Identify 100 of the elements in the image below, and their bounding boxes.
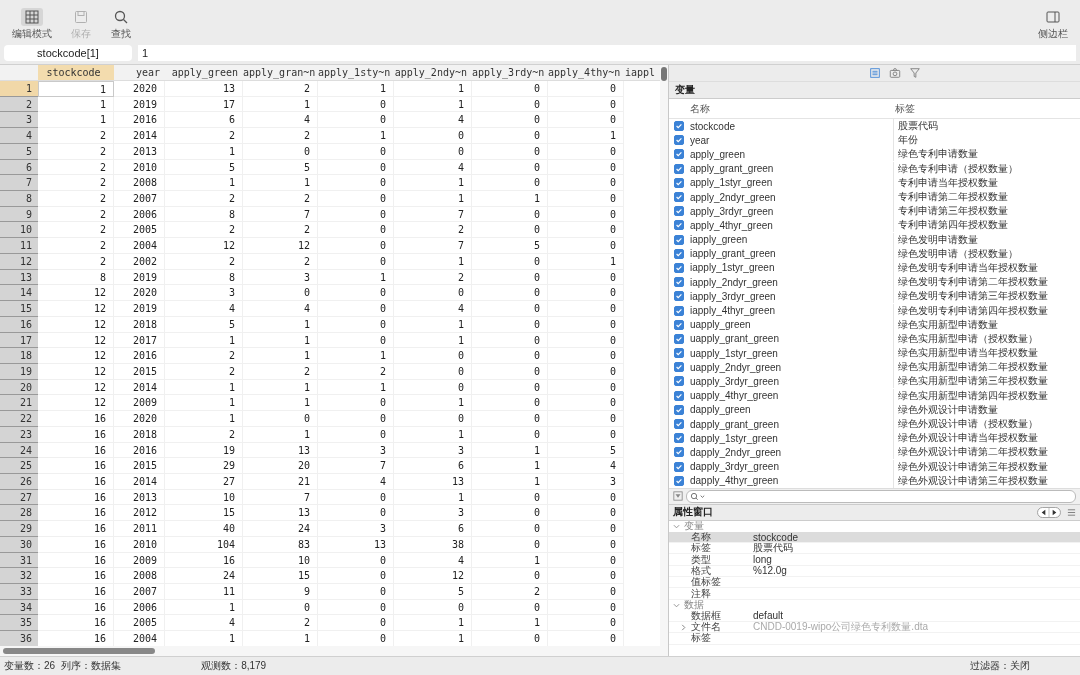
variable-name[interactable]: uapply_2ndyr_green bbox=[690, 361, 893, 373]
row-number[interactable]: 4 bbox=[0, 128, 38, 144]
column-header[interactable]: apply_1sty~n bbox=[318, 65, 394, 80]
variable-name[interactable]: dapply_grant_green bbox=[690, 418, 893, 430]
cell-value-field[interactable]: 1 bbox=[138, 44, 1076, 61]
checkbox[interactable] bbox=[674, 362, 684, 373]
property-row[interactable]: 标签 股票代码 bbox=[669, 543, 1080, 555]
column-header[interactable]: apply_3rdy~n bbox=[472, 65, 548, 80]
checkbox[interactable] bbox=[674, 333, 684, 344]
column-header[interactable]: apply_4thy~n bbox=[548, 65, 624, 80]
checkbox[interactable] bbox=[674, 404, 684, 415]
property-row[interactable]: 类型 long bbox=[669, 554, 1080, 566]
filter-icon[interactable] bbox=[908, 67, 921, 79]
checkbox[interactable] bbox=[674, 135, 684, 146]
checkbox[interactable] bbox=[674, 262, 684, 273]
checkbox[interactable] bbox=[674, 149, 684, 160]
column-header[interactable]: iappl bbox=[624, 65, 660, 80]
column-header[interactable]: apply_gran~n bbox=[243, 65, 318, 80]
variable-name[interactable]: dapply_green bbox=[690, 404, 893, 416]
variable-name[interactable]: stockcode bbox=[690, 120, 893, 132]
property-row[interactable]: 标签 bbox=[669, 633, 1080, 645]
checkbox[interactable] bbox=[674, 177, 684, 188]
checkbox[interactable] bbox=[674, 447, 684, 458]
property-row[interactable]: 名称 stockcode bbox=[669, 531, 1080, 544]
filter-icon[interactable] bbox=[673, 491, 683, 502]
variable-name[interactable]: iapply_1styr_green bbox=[690, 262, 893, 274]
row-number[interactable]: 22 bbox=[0, 411, 38, 427]
checkbox[interactable] bbox=[674, 390, 684, 401]
variable-name[interactable]: apply_2ndyr_green bbox=[690, 191, 893, 203]
row-number[interactable]: 15 bbox=[0, 301, 38, 317]
column-header[interactable]: year bbox=[114, 65, 165, 80]
chevron-icon[interactable] bbox=[673, 522, 680, 530]
row-number[interactable]: 36 bbox=[0, 631, 38, 646]
row-number[interactable]: 35 bbox=[0, 615, 38, 632]
variable-name[interactable]: dapply_1styr_green bbox=[690, 432, 893, 444]
variable-name[interactable]: iapply_grant_green bbox=[690, 248, 893, 260]
row-number[interactable]: 10 bbox=[0, 222, 38, 239]
row-number[interactable]: 7 bbox=[0, 175, 38, 192]
checkbox[interactable] bbox=[674, 277, 684, 288]
row-number[interactable]: 1 bbox=[0, 81, 38, 97]
variable-name[interactable]: year bbox=[690, 134, 893, 146]
variable-name[interactable]: iapply_green bbox=[690, 234, 893, 246]
column-header[interactable]: stockcode bbox=[38, 65, 114, 80]
variable-name[interactable]: apply_green bbox=[690, 148, 893, 160]
cell-name-field[interactable]: stockcode[1] bbox=[4, 44, 132, 61]
variable-name[interactable]: apply_1styr_green bbox=[690, 177, 893, 189]
property-row[interactable]: 注释 bbox=[669, 588, 1080, 600]
checkbox[interactable] bbox=[674, 206, 684, 217]
checkbox[interactable] bbox=[674, 248, 684, 259]
chevron-icon[interactable] bbox=[680, 623, 687, 631]
menu-icon[interactable] bbox=[1067, 507, 1076, 517]
checkbox[interactable] bbox=[674, 234, 684, 245]
checkbox[interactable] bbox=[674, 348, 684, 359]
camera-icon[interactable] bbox=[888, 67, 901, 79]
list-icon[interactable] bbox=[868, 67, 881, 79]
toolbar-button[interactable]: 编辑模式 bbox=[6, 6, 58, 43]
checkbox[interactable] bbox=[674, 376, 684, 387]
chevron-icon[interactable] bbox=[673, 601, 680, 609]
checkbox[interactable] bbox=[674, 121, 684, 132]
checkbox[interactable] bbox=[674, 163, 684, 174]
row-number[interactable]: 28 bbox=[0, 505, 38, 522]
checkbox[interactable] bbox=[674, 319, 684, 330]
row-number[interactable]: 21 bbox=[0, 395, 38, 412]
toolbar-button[interactable]: 查找 bbox=[104, 6, 138, 43]
checkbox[interactable] bbox=[674, 291, 684, 302]
variable-name[interactable]: uapply_green bbox=[690, 319, 893, 331]
checkbox[interactable] bbox=[674, 192, 684, 203]
variable-name[interactable]: uapply_1styr_green bbox=[690, 347, 893, 359]
row-number[interactable]: 18 bbox=[0, 348, 38, 364]
variable-name[interactable]: iapply_2ndyr_green bbox=[690, 276, 893, 288]
row-number[interactable]: 8 bbox=[0, 191, 38, 207]
variable-name[interactable]: uapply_4thyr_green bbox=[690, 390, 893, 402]
row-number[interactable]: 3 bbox=[0, 112, 38, 129]
checkbox[interactable] bbox=[674, 419, 684, 430]
scrollbar-thumb[interactable] bbox=[3, 648, 155, 654]
row-number[interactable]: 11 bbox=[0, 238, 38, 254]
variable-name[interactable]: iapply_3rdyr_green bbox=[690, 290, 893, 302]
variable-name[interactable]: apply_4thyr_green bbox=[690, 219, 893, 231]
row-number[interactable]: 29 bbox=[0, 521, 38, 537]
variable-name[interactable]: dapply_4thyr_green bbox=[690, 475, 893, 487]
variable-name[interactable]: apply_3rdyr_green bbox=[690, 205, 893, 217]
variable-name[interactable]: dapply_3rdyr_green bbox=[690, 461, 893, 473]
checkbox[interactable] bbox=[674, 305, 684, 316]
scrollbar-thumb[interactable] bbox=[661, 67, 667, 81]
variable-name[interactable]: iapply_4thyr_green bbox=[690, 305, 893, 317]
column-header[interactable]: apply_green bbox=[165, 65, 243, 80]
row-number[interactable]: 14 bbox=[0, 285, 38, 302]
property-row[interactable]: 数据框 default bbox=[669, 610, 1080, 622]
row-number[interactable]: 33 bbox=[0, 584, 38, 600]
navigation-arrows-icon[interactable] bbox=[1037, 506, 1061, 518]
variable-name[interactable]: dapply_2ndyr_green bbox=[690, 446, 893, 458]
property-row[interactable]: 文件名 CNDD-0019-wipo公司绿色专利数量.dta bbox=[669, 621, 1080, 634]
checkbox[interactable] bbox=[674, 433, 684, 444]
row-number[interactable]: 25 bbox=[0, 458, 38, 474]
property-row[interactable]: 值标签 bbox=[669, 577, 1080, 589]
search-field[interactable] bbox=[686, 489, 1076, 503]
checkbox[interactable] bbox=[674, 461, 684, 472]
variable-name[interactable]: apply_grant_green bbox=[690, 163, 893, 175]
column-header[interactable]: apply_2ndy~n bbox=[394, 65, 472, 80]
variable-name[interactable]: uapply_grant_green bbox=[690, 333, 893, 345]
